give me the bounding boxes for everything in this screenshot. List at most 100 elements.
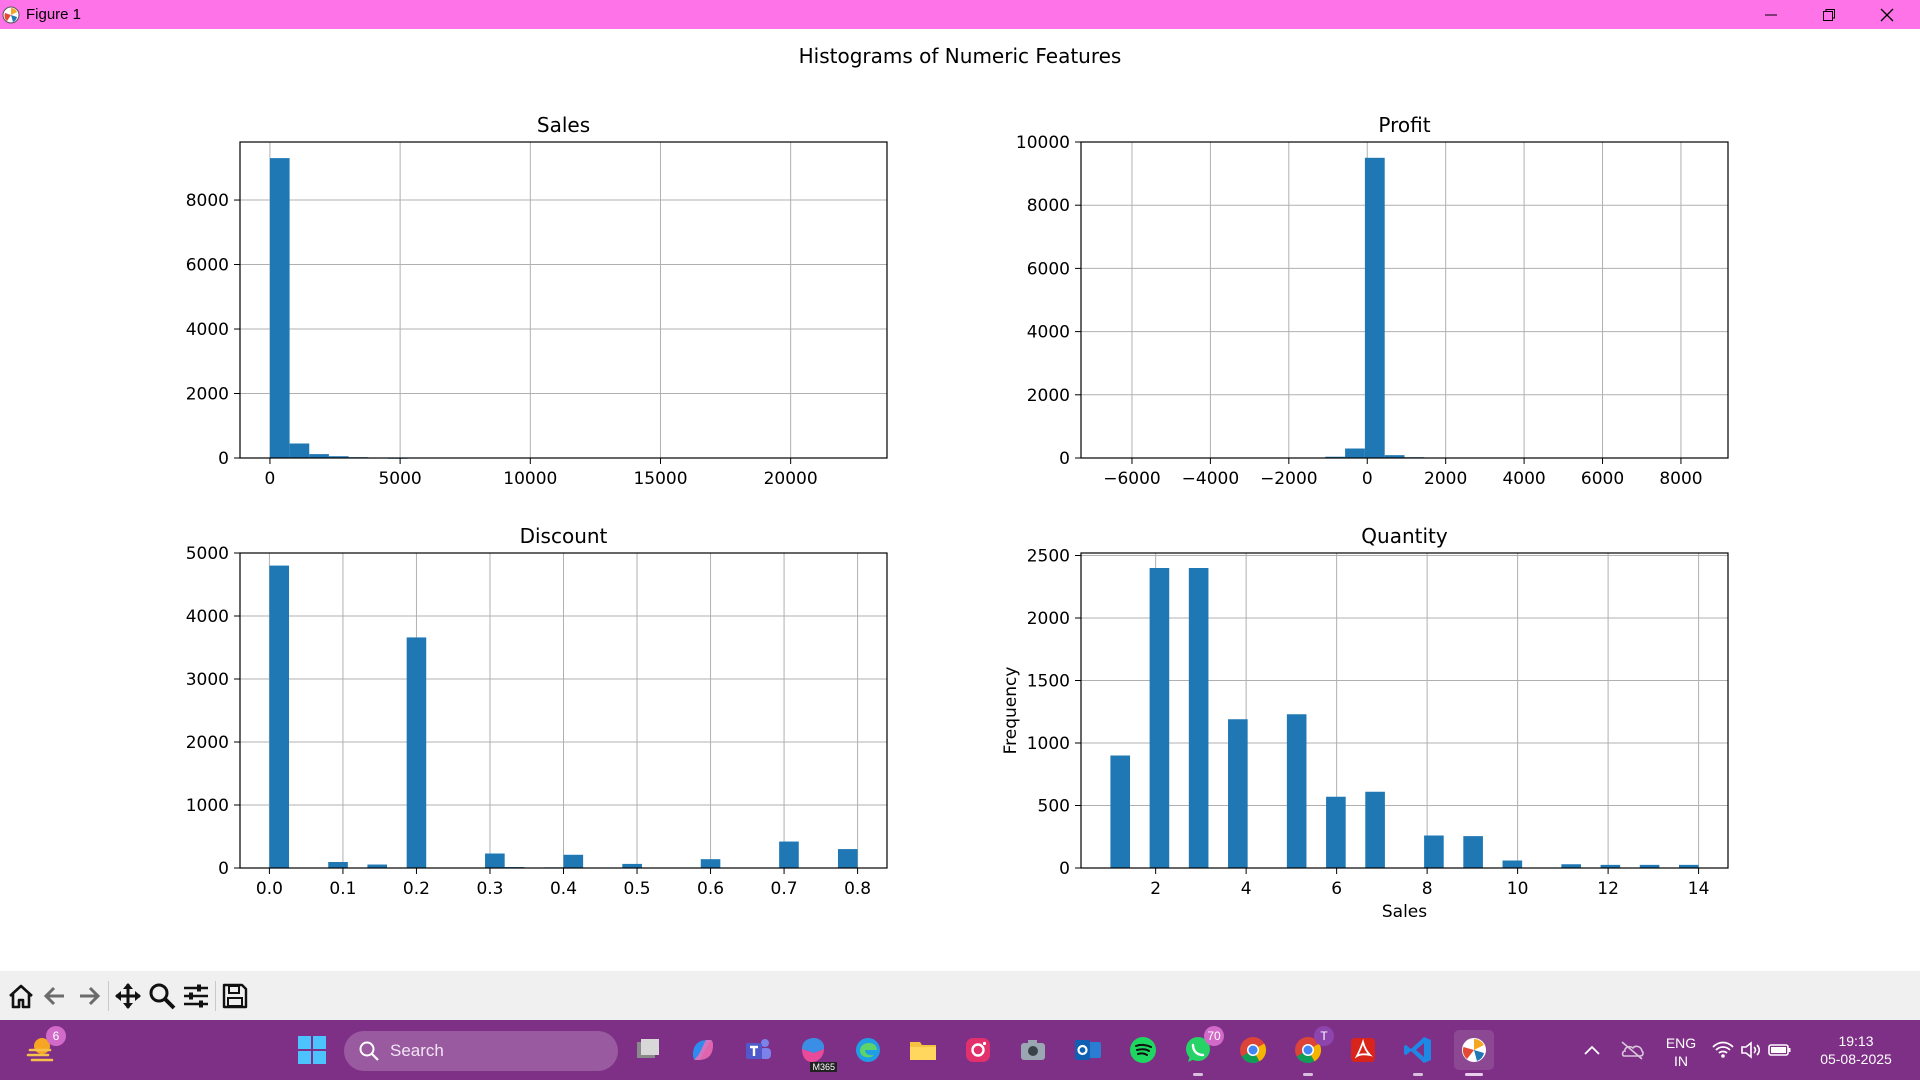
x-axis-label: Sales — [1382, 902, 1427, 922]
histogram-bar — [1345, 448, 1365, 458]
whatsapp-button[interactable]: 70 — [1178, 1026, 1224, 1076]
m365-label: M365 — [810, 1062, 837, 1072]
edge-button[interactable] — [848, 1030, 888, 1070]
x-tick-label: 2 — [1150, 879, 1161, 899]
spotify-icon — [1130, 1037, 1156, 1063]
x-tick-label: 0.6 — [697, 879, 724, 899]
configure-subplots-button[interactable] — [179, 976, 213, 1016]
teams-button[interactable] — [738, 1030, 778, 1070]
histogram-bar — [1365, 791, 1385, 868]
x-tick-label: 0 — [1362, 469, 1373, 489]
taskbar-search-box[interactable]: Search — [344, 1031, 618, 1071]
outlook-icon — [1075, 1040, 1101, 1060]
running-indicator — [1193, 1073, 1203, 1076]
y-tick-label: 10000 — [1016, 133, 1070, 153]
clock[interactable]: 19:13 05-08-2025 — [1806, 1032, 1906, 1068]
language-indicator[interactable]: ENG IN — [1658, 1034, 1704, 1070]
figure-canvas[interactable]: Histograms of Numeric Features 0 5000 1000… — [0, 29, 1920, 971]
quick-settings-button[interactable] — [1708, 1030, 1796, 1070]
histogram-bar — [1326, 796, 1346, 868]
y-tick-label: 1000 — [186, 796, 229, 816]
x-tick-label: 20000 — [764, 469, 818, 489]
y-tick-label: 6000 — [186, 256, 229, 276]
histogram-bar — [406, 637, 427, 868]
chrome-button[interactable] — [1233, 1030, 1273, 1070]
histogram-bar — [289, 443, 310, 458]
onedrive-button[interactable] — [1612, 1030, 1652, 1070]
volume-icon — [1741, 1041, 1761, 1059]
x-tick-label: 0.2 — [403, 879, 430, 899]
back-button[interactable] — [38, 976, 72, 1016]
instagram-icon — [966, 1038, 990, 1062]
task-view-icon — [637, 1039, 659, 1058]
x-tick-label: −6000 — [1103, 469, 1161, 489]
home-button[interactable] — [4, 976, 38, 1016]
matplotlib-app-icon — [2, 6, 20, 23]
x-tick-label: −4000 — [1182, 469, 1240, 489]
x-tick-label: 8000 — [1659, 469, 1702, 489]
region-label: IN — [1674, 1053, 1688, 1069]
x-tick-label: 0.1 — [329, 879, 356, 899]
histogram-bar — [563, 854, 584, 868]
y-tick-label: 4000 — [186, 607, 229, 627]
file-explorer-button[interactable] — [903, 1030, 943, 1070]
subplot-title: Sales — [537, 113, 590, 137]
window-titlebar[interactable]: Figure 1 — [0, 0, 1920, 29]
save-icon — [222, 983, 248, 1008]
x-tick-label: 15000 — [633, 469, 687, 489]
weather-widget[interactable]: 6 — [20, 1026, 66, 1070]
weather-badge: 6 — [46, 1026, 66, 1046]
x-tick-label: 0.7 — [771, 879, 798, 899]
camera-button[interactable] — [1013, 1030, 1053, 1070]
y-tick-label: 1000 — [1027, 734, 1070, 754]
histogram-bar — [1149, 568, 1170, 868]
histogram-bar — [1110, 755, 1131, 868]
histogram-bar — [1364, 157, 1385, 459]
x-tick-label: 6000 — [1581, 469, 1624, 489]
onedrive-offline-icon — [1621, 1041, 1644, 1060]
language-label: ENG — [1665, 1035, 1697, 1051]
subplot-title: Discount — [520, 524, 608, 548]
y-tick-label: 0 — [1059, 859, 1070, 879]
chrome-profile-button[interactable]: T — [1288, 1026, 1334, 1076]
outlook-button[interactable] — [1068, 1030, 1108, 1070]
copilot-button[interactable] — [683, 1030, 723, 1070]
minimize-button[interactable] — [1742, 0, 1800, 29]
x-tick-label: 0 — [265, 469, 276, 489]
m365-button[interactable]: M365 — [793, 1030, 837, 1072]
histogram-bar — [779, 841, 799, 868]
histogram-bar — [1463, 836, 1483, 868]
zoom-button[interactable] — [145, 976, 179, 1016]
x-tick-label: 0.3 — [476, 879, 503, 899]
subplot-discount: 0.0 0.1 0.2 0.3 0.4 0.5 0.6 0.7 0.8 0 1000 2000 3000… — [186, 524, 888, 899]
vscode-button[interactable] — [1398, 1030, 1438, 1076]
save-button[interactable] — [218, 976, 252, 1016]
camera-icon — [1021, 1040, 1045, 1060]
forward-button[interactable] — [72, 976, 106, 1016]
close-button[interactable] — [1858, 0, 1916, 29]
show-hidden-icons-button[interactable] — [1572, 1030, 1612, 1070]
x-tick-label: 6 — [1331, 879, 1342, 899]
axes-frame — [1080, 141, 1729, 459]
y-tick-label: 3000 — [186, 670, 229, 690]
configure-subplots-icon — [184, 984, 208, 1007]
x-tick-label: 12 — [1597, 879, 1619, 899]
x-tick-label: 0.4 — [550, 879, 577, 899]
histogram-bar — [1228, 719, 1248, 868]
y-tick-label: 8000 — [186, 191, 229, 211]
instagram-button[interactable] — [958, 1030, 998, 1070]
pan-button[interactable] — [111, 976, 145, 1016]
spotify-button[interactable] — [1123, 1030, 1163, 1070]
histogram-bar — [269, 158, 290, 459]
x-tick-label: 0.0 — [256, 879, 283, 899]
figure-suptitle: Histograms of Numeric Features — [799, 44, 1122, 68]
histogram-bar — [622, 863, 642, 868]
histogram-bar — [1188, 568, 1209, 868]
task-view-button[interactable] — [628, 1030, 668, 1070]
start-button[interactable] — [292, 1030, 332, 1070]
x-tick-label: 5000 — [378, 469, 421, 489]
acrobat-button[interactable] — [1343, 1030, 1383, 1070]
matplotlib-figure-button[interactable] — [1454, 1030, 1494, 1076]
x-tick-label: 14 — [1688, 879, 1710, 899]
restore-button[interactable] — [1800, 0, 1858, 29]
